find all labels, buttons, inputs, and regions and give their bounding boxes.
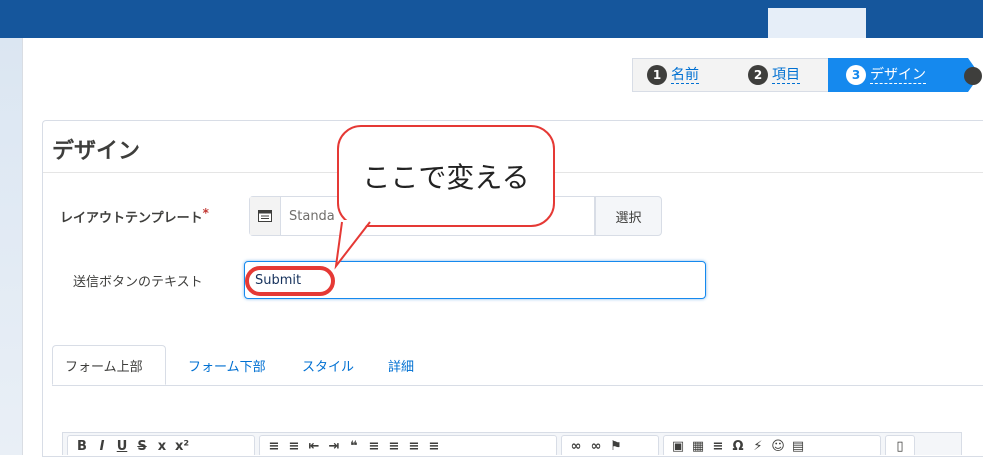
smiley-icon[interactable]: ☺ xyxy=(768,439,788,454)
blockquote-icon[interactable]: ❝ xyxy=(344,439,364,454)
editor-toolbar: B I U S x x² ≡ ≡ ⇤ ⇥ ❝ ≡ ≡ ≡ ≡ ∞ ∞ ⚑ ▣ ▦… xyxy=(62,432,962,455)
strike-button[interactable]: S xyxy=(132,439,152,454)
bold-button[interactable]: B xyxy=(72,439,92,454)
wizard-step-fields[interactable]: 2 項目 xyxy=(732,58,828,92)
card-title: デザイン xyxy=(52,139,141,164)
bullet-list-icon[interactable]: ≡ xyxy=(284,439,304,454)
step-number: 2 xyxy=(748,65,768,85)
step-label: 項目 xyxy=(772,66,800,84)
tab-form-bottom[interactable]: フォーム下部 xyxy=(176,345,286,385)
template-icon xyxy=(250,197,281,235)
left-background-strip xyxy=(0,38,22,455)
tab-bar: フォーム上部 フォーム下部 スタイル 詳細 xyxy=(52,345,983,386)
align-right-icon[interactable]: ≡ xyxy=(404,439,424,454)
underline-button[interactable]: U xyxy=(112,439,132,454)
flash-icon[interactable]: ⚡ xyxy=(748,439,768,454)
layout-template-value: Standa xyxy=(289,208,335,224)
select-button[interactable]: 選択 xyxy=(595,196,662,236)
wizard-step-name[interactable]: 1 名前 xyxy=(632,58,732,92)
link-icon[interactable]: ∞ xyxy=(566,439,586,454)
wizard-step-design[interactable]: 3 デザイン xyxy=(828,58,968,92)
unlink-icon[interactable]: ∞ xyxy=(586,439,606,454)
annotation-callout: ここで変える xyxy=(337,125,555,227)
indent-icon[interactable]: ⇥ xyxy=(324,439,344,454)
toolbar-insert-group: ▣ ▦ ≡ Ω ⚡ ☺ ▤ xyxy=(663,435,881,455)
tab-details[interactable]: 詳細 xyxy=(376,345,436,385)
image-icon[interactable]: ▣ xyxy=(668,439,688,454)
anchor-icon[interactable]: ⚑ xyxy=(606,439,626,454)
step-number: 1 xyxy=(647,65,667,85)
source-icon[interactable]: ▯ xyxy=(890,439,910,454)
tab-form-top[interactable]: フォーム上部 xyxy=(52,345,166,385)
header-highlight xyxy=(768,8,866,38)
highlight-circle xyxy=(245,266,335,296)
wizard-step-next[interactable] xyxy=(964,67,982,85)
template-icon-svg xyxy=(258,210,272,222)
align-justify-icon[interactable]: ≡ xyxy=(424,439,444,454)
superscript-button[interactable]: x² xyxy=(172,439,192,454)
italic-button[interactable]: I xyxy=(92,439,112,454)
iframe-icon[interactable]: ▤ xyxy=(788,439,808,454)
layout-template-label-text: レイアウトテンプレート xyxy=(60,211,203,226)
toolbar-list-group: ≡ ≡ ⇤ ⇥ ❝ ≡ ≡ ≡ ≡ xyxy=(259,435,557,455)
table-icon[interactable]: ▦ xyxy=(688,439,708,454)
submit-text-label: 送信ボタンのテキスト xyxy=(73,275,203,290)
required-mark: * xyxy=(202,206,209,220)
step-label: デザイン xyxy=(870,66,926,84)
horizontal-rule-icon[interactable]: ≡ xyxy=(708,439,728,454)
toolbar-source-group: ▯ xyxy=(885,435,915,455)
toolbar-link-group: ∞ ∞ ⚑ xyxy=(561,435,659,455)
align-center-icon[interactable]: ≡ xyxy=(384,439,404,454)
layout-template-label: レイアウトテンプレート* xyxy=(60,206,209,226)
callout-text: ここで変える xyxy=(362,161,530,194)
toolbar-format-group: B I U S x x² xyxy=(67,435,255,455)
subscript-button[interactable]: x xyxy=(152,439,172,454)
callout-pointer xyxy=(334,220,371,270)
numbered-list-icon[interactable]: ≡ xyxy=(264,439,284,454)
align-left-icon[interactable]: ≡ xyxy=(364,439,384,454)
step-number: 3 xyxy=(846,65,866,85)
outdent-icon[interactable]: ⇤ xyxy=(304,439,324,454)
step-label: 名前 xyxy=(671,66,699,84)
wizard-progress: 1 名前 2 項目 3 デザイン xyxy=(632,58,980,92)
special-char-icon[interactable]: Ω xyxy=(728,439,748,454)
tab-style[interactable]: スタイル xyxy=(290,345,370,385)
